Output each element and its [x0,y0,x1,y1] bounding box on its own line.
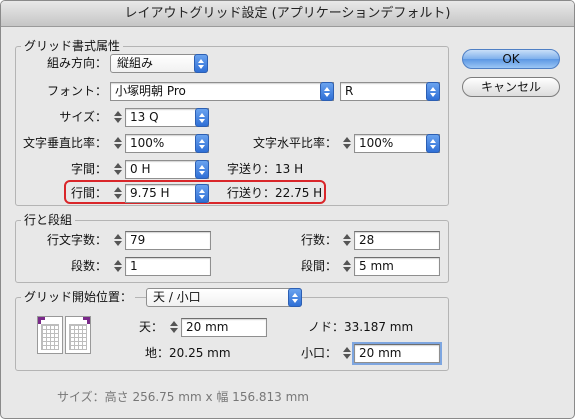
left-page-preview-icon [37,316,63,354]
gutter-label: 段間： [300,259,337,273]
fore-edge-spinner-icon[interactable] [341,344,352,362]
vscale-value: 100% [130,136,165,150]
grid-start-value: 天 / 小口 [153,290,201,304]
grid-start-legend: グリッド開始位置： [21,290,136,304]
direction-label: 組み方向： [46,56,107,70]
nodo-text: ノド：33.187 mm [308,320,414,334]
direction-value: 縦組み [117,56,154,70]
columns-field[interactable]: 1 [125,257,211,276]
lines-columns-legend: 行と段組 [21,213,76,227]
ok-button[interactable]: OK [462,49,560,69]
font-family-combo[interactable]: 小塚明朝 Pro [110,82,334,101]
chevron-updown-icon[interactable] [194,54,208,73]
line-space-label: 行間： [70,186,107,200]
char-space-dropdown-icon[interactable] [195,160,209,179]
char-space-value: 0 H [130,162,151,176]
cancel-button[interactable]: キャンセル [462,77,560,97]
size-dropdown-icon[interactable] [195,108,209,127]
top-field[interactable]: 20 mm [181,318,267,337]
line-space-value: 9.75 H [130,186,170,200]
size-info-text: サイズ：高さ 256.75 mm x 幅 156.813 mm [57,390,309,404]
right-page-preview-icon [65,316,91,354]
fore-edge-label: 小口： [300,346,337,360]
font-label: フォント： [46,84,107,98]
columns-label: 段数： [70,259,107,273]
grid-format-legend: グリッド書式属性 [21,39,124,53]
font-style-combo[interactable]: R [340,82,440,101]
chars-per-line-label: 行文字数： [46,233,107,247]
hscale-value: 100% [359,136,394,150]
font-style-value: R [345,84,354,98]
gutter-field[interactable]: 5 mm [354,257,440,276]
gutter-spinner-icon[interactable] [341,257,352,275]
window-title: レイアウトグリッド設定 (アプリケーションデフォルト) [1,1,574,27]
size-value: 13 Q [130,110,159,124]
font-family-dropdown-icon[interactable] [320,82,334,101]
line-space-dropdown-icon[interactable] [195,184,209,203]
lines-label: 行数： [300,233,337,247]
hscale-spinner-icon[interactable] [341,134,352,152]
vscale-label: 文字垂直比率： [22,136,107,150]
grid-start-select[interactable]: 天 / 小口 [146,288,302,307]
fore-edge-field[interactable]: 20 mm [352,342,442,365]
size-spinner-icon[interactable] [112,108,123,126]
chars-per-line-field[interactable]: 79 [125,231,211,250]
size-label: サイズ： [59,110,107,124]
grid-start-dropdown-icon[interactable] [288,288,302,307]
vscale-dropdown-icon[interactable] [195,134,209,153]
font-style-dropdown-icon[interactable] [426,82,440,101]
font-family-value: 小塚明朝 Pro [115,84,186,98]
hscale-label: 文字水平比率： [252,136,337,150]
top-label: 天： [138,320,163,334]
dialog-window: レイアウトグリッド設定 (アプリケーションデフォルト) OK キャンセル グリッ… [0,0,575,419]
top-spinner-icon[interactable] [168,318,179,336]
lines-field[interactable]: 28 [354,231,440,250]
bottom-text: 地：20.25 mm [145,346,231,360]
char-space-spinner-icon[interactable] [112,160,123,178]
char-feed-text: 字送り：13 H [227,162,304,176]
line-space-spinner-icon[interactable] [112,184,123,202]
columns-spinner-icon[interactable] [112,257,123,275]
line-feed-text: 行送り：22.75 H [227,186,323,200]
char-space-label: 字間： [70,162,107,176]
hscale-dropdown-icon[interactable] [426,134,440,153]
vscale-spinner-icon[interactable] [112,134,123,152]
chars-per-line-spinner-icon[interactable] [112,231,123,249]
lines-spinner-icon[interactable] [341,231,352,249]
